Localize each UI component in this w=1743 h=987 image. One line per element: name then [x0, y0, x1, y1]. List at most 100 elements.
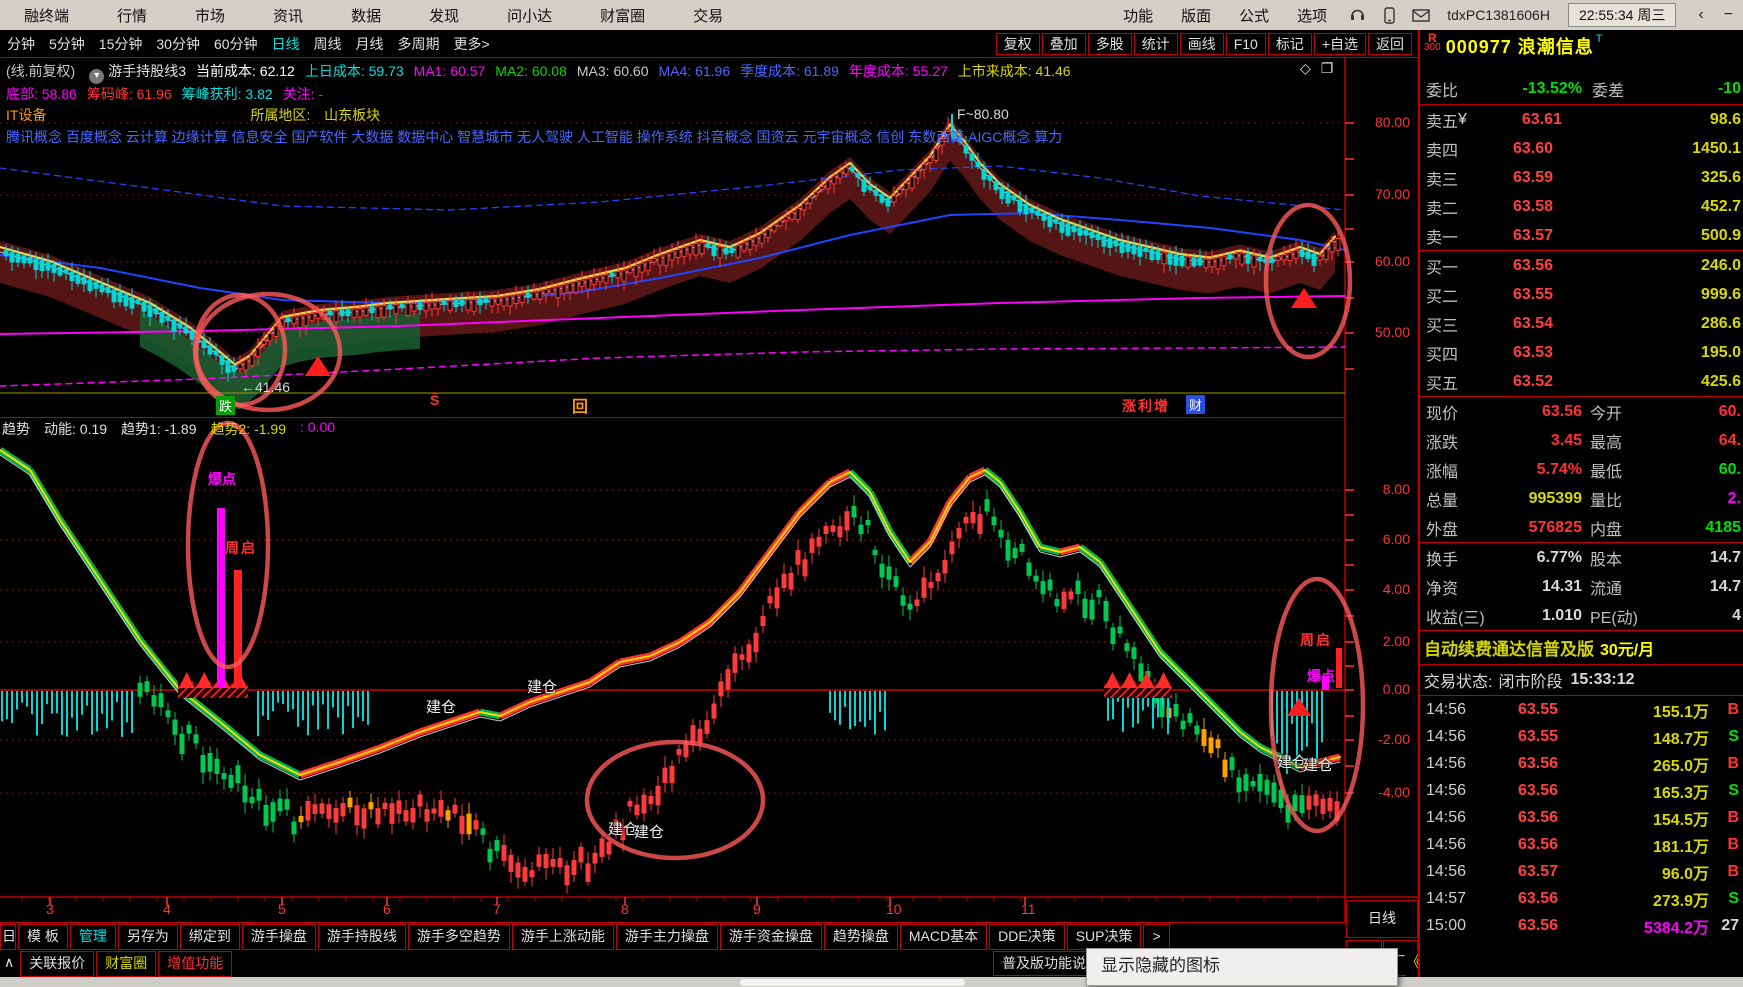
baodian-label-right: 爆点 — [1307, 668, 1335, 684]
bottom-tab-游手主力操盘[interactable]: 游手主力操盘 — [615, 924, 718, 950]
function-tab-关联报价[interactable]: 关联报价 — [20, 951, 95, 977]
menu-item-5[interactable]: 发现 — [405, 5, 483, 26]
tool-返回[interactable]: 返回 — [1368, 32, 1412, 55]
stat-row: 收益(三) 1.010 PE(动) 4 — [1420, 601, 1743, 630]
period-周线[interactable]: 周线 — [307, 34, 349, 54]
bottom-tab-游手持股线[interactable]: 游手持股线 — [317, 924, 406, 950]
menu-item-2[interactable]: 市场 — [171, 5, 249, 26]
news-markers: 涨利增 — [1122, 398, 1170, 414]
menu-right-item-3[interactable]: 选项 — [1283, 5, 1341, 26]
bottom-tab-DDE决策[interactable]: DDE决策 — [989, 924, 1065, 950]
menu-item-7[interactable]: 财富圈 — [576, 5, 669, 26]
industry-label[interactable]: IT设备 — [6, 107, 46, 123]
menu-right-item-2[interactable]: 公式 — [1225, 5, 1283, 26]
period-60分钟[interactable]: 60分钟 — [207, 34, 265, 54]
period-30分钟[interactable]: 30分钟 — [149, 34, 207, 54]
bottom-tab-游手操盘[interactable]: 游手操盘 — [241, 924, 316, 950]
axis-divider — [0, 922, 1418, 923]
bottom-tab-管理[interactable]: 管理 — [69, 924, 116, 950]
weicha-label: 委差 — [1592, 83, 1625, 100]
trans-side: B — [1727, 754, 1739, 772]
stat-value: 60. — [1718, 402, 1741, 420]
menu-right-item-1[interactable]: 版面 — [1167, 5, 1225, 26]
jiancang-label: 建仓 — [527, 679, 558, 696]
tool-多股[interactable]: 多股 — [1087, 32, 1132, 55]
period-5分钟[interactable]: 5分钟 — [42, 34, 92, 54]
function-tab-∧[interactable]: ∧ — [0, 951, 19, 977]
stat-row: 换手 6.77% 股本 14.7 — [1420, 543, 1743, 572]
period-月线[interactable]: 月线 — [349, 34, 391, 54]
tool-+自选[interactable]: +自选 — [1313, 32, 1366, 55]
stat-label: 最低 — [1590, 463, 1623, 481]
ask-levels: 卖五 ¥63.61 98.6 卖四 63.60 1450.1 卖三 63.59 325.6 卖二 6… — [1420, 105, 1743, 250]
bottom-tab-SUP决策[interactable]: SUP决策 — [1066, 924, 1142, 950]
collapse-icon[interactable]: ‹ — [1688, 6, 1713, 24]
tool-叠加[interactable]: 叠加 — [1041, 32, 1086, 55]
bottom-tab-日[interactable]: 日 — [0, 924, 16, 950]
bottom-tab-趋势操盘[interactable]: 趋势操盘 — [823, 924, 898, 950]
x-axis-label: 5 — [278, 901, 286, 917]
function-tab-财富圈[interactable]: 财富圈 — [96, 951, 157, 977]
period-15分钟[interactable]: 15分钟 — [92, 34, 150, 54]
chip-field: 筹峰获利: 3.82 — [181, 86, 273, 102]
period-分钟[interactable]: 分钟 — [0, 34, 42, 54]
x-axis-label: 3 — [46, 901, 54, 917]
trans-side: S — [1728, 889, 1739, 907]
headset-icon[interactable] — [1347, 6, 1367, 24]
period-indicator-box[interactable]: 日线 — [1346, 900, 1418, 938]
transaction-list[interactable]: 14:56 63.55 155.1万 B 14:56 63.55 148.7万 S 14:56 6… — [1420, 696, 1743, 939]
menu-item-6[interactable]: 问小达 — [483, 5, 576, 26]
bottom-tab-模 板[interactable]: 模 板 — [18, 924, 68, 950]
quote-level-row: 卖五 ¥63.61 98.6 — [1420, 105, 1743, 134]
price-chart-canvas[interactable] — [0, 57, 1418, 940]
tool-画线[interactable]: 画线 — [1179, 32, 1224, 55]
mail-icon[interactable] — [1411, 6, 1431, 24]
status-value: 闭市阶段 — [1498, 674, 1563, 691]
split-window-icon[interactable]: ❐ — [1321, 60, 1334, 76]
concept-tags-row[interactable]: 腾讯概念 百度概念 云计算 边缘计算 信息安全 国产软件 大数据 数据中心 智慧… — [6, 127, 1340, 147]
bottom-tab-游手多空趋势[interactable]: 游手多空趋势 — [407, 924, 510, 950]
chip-info-row: 底部: 58.86 筹码峰: 61.96 筹峰获利: 3.82 关注: - — [6, 84, 1340, 104]
indicator-collapse-icon[interactable]: ▾ — [89, 69, 105, 84]
low-annotation: ←41.46 — [241, 379, 291, 395]
bottom-tab-绑定到[interactable]: 绑定到 — [179, 924, 240, 950]
region-value[interactable]: 山东板块 — [324, 107, 380, 123]
minimize-icon[interactable]: − — [1714, 6, 1743, 24]
trans-time: 14:56 — [1426, 727, 1467, 745]
period-多周期[interactable]: 多周期 — [391, 34, 447, 54]
bottom-tab-MACD基本[interactable]: MACD基本 — [899, 924, 988, 950]
period-更多>[interactable]: 更多> — [447, 34, 497, 54]
menu-item-4[interactable]: 数据 — [327, 5, 405, 26]
tool-F10[interactable]: F10 — [1225, 32, 1266, 55]
function-tab-增值功能[interactable]: 增值功能 — [158, 951, 233, 977]
level-price: 63.55 — [1512, 285, 1554, 303]
bottom-tab->[interactable]: > — [1143, 924, 1170, 950]
bottom-tab-另存为[interactable]: 另存为 — [117, 924, 178, 950]
region-label: 所属地区: — [250, 107, 311, 123]
menu-item-3[interactable]: 资讯 — [249, 5, 327, 26]
stat-row: 涨幅 5.74% 最低 60. — [1420, 455, 1743, 484]
tool-复权[interactable]: 复权 — [995, 32, 1040, 55]
trans-time: 15:00 — [1426, 916, 1467, 934]
stock-header[interactable]: R 300 000977 浪潮信息 T — [1424, 32, 1603, 59]
stat-row: 总量 995399 量比 2. — [1420, 484, 1743, 513]
stat-row: 涨跌 3.45 最高 64. — [1420, 426, 1743, 455]
menu-item-0[interactable]: 融终端 — [0, 5, 93, 26]
menu-item-8[interactable]: 交易 — [669, 5, 747, 26]
version-note-tab[interactable]: 普及版功能说 — [993, 951, 1095, 976]
subscription-banner[interactable]: 自动续费通达信普及版 30元/月 — [1420, 630, 1743, 665]
tool-统计[interactable]: 统计 — [1133, 32, 1178, 55]
level-price: 63.56 — [1512, 256, 1554, 274]
tool-标记[interactable]: 标记 — [1267, 32, 1312, 55]
menu-right-items: 功能 版面 公式 选项 — [1109, 5, 1341, 26]
bottom-tab-游手资金操盘[interactable]: 游手资金操盘 — [719, 924, 822, 950]
menu-item-1[interactable]: 行情 — [93, 5, 171, 26]
trans-price: 63.57 — [1517, 862, 1558, 880]
menu-right-item-0[interactable]: 功能 — [1109, 5, 1167, 26]
period-日线[interactable]: 日线 — [265, 34, 307, 54]
phone-icon[interactable] — [1379, 6, 1399, 24]
bottom-tab-游手上涨动能[interactable]: 游手上涨动能 — [511, 924, 614, 950]
diamond-icon[interactable]: ◇ — [1300, 60, 1311, 76]
baodian-label-left: 爆点 — [208, 471, 236, 487]
level-label: 卖五 — [1426, 113, 1459, 131]
